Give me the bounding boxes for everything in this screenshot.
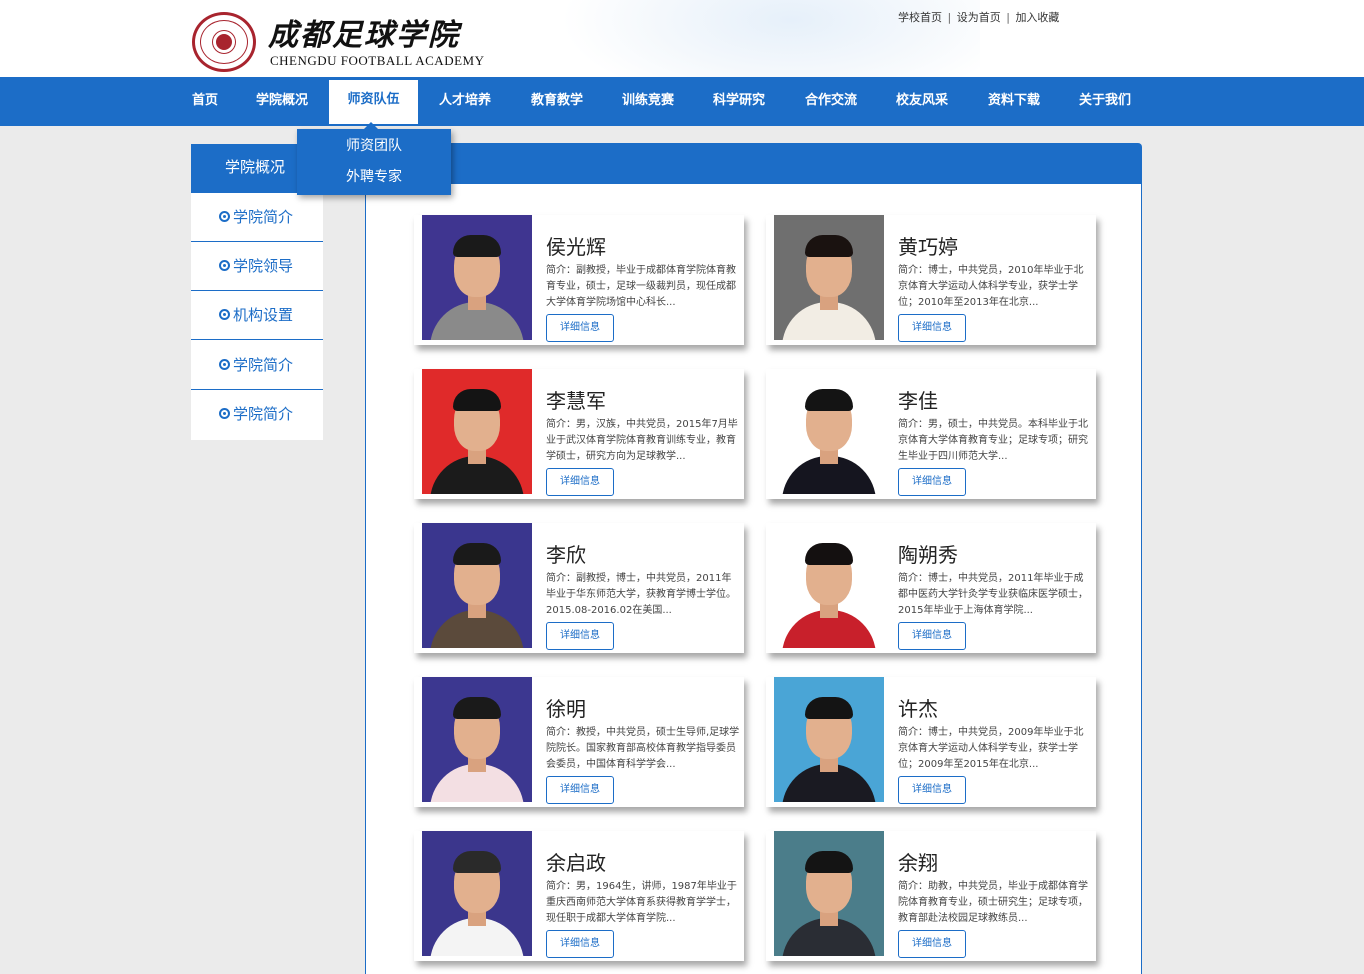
teacher-name[interactable]: 黄巧婷	[898, 231, 958, 260]
teacher-intro: 简介：男，汉族，中共党员，2015年7月毕业于武汉体育学院体育教育训练专业，教育…	[546, 419, 738, 462]
sidebar-item-leaders[interactable]: 学院领导	[191, 242, 323, 291]
teacher-name[interactable]: 侯光辉	[546, 231, 606, 260]
nav-item-about-us[interactable]: 关于我们	[1066, 77, 1144, 126]
teacher-photo[interactable]	[422, 369, 532, 494]
detail-info-button[interactable]: 详细信息	[546, 622, 614, 650]
nav-item-training[interactable]: 训练竞赛	[609, 77, 687, 126]
sidebar-item-organization[interactable]: 机构设置	[191, 291, 323, 340]
nav-item-downloads[interactable]: 资料下载	[975, 77, 1053, 126]
detail-info-button[interactable]: 详细信息	[546, 930, 614, 958]
teacher-card: 徐明简介：教授，中共党员，硕士生导师,足球学院院长。国家教育部高校体育教学指导委…	[414, 677, 744, 807]
logo-title-cn[interactable]: 成都足球学院	[268, 10, 460, 54]
detail-info-button[interactable]: 详细信息	[898, 468, 966, 496]
sidebar-item-intro[interactable]: 学院简介	[191, 193, 323, 242]
football-icon	[213, 31, 235, 53]
teacher-card: 许杰简介：博士，中共党员，2009年毕业于北京体育大学运动人体科学专业，获学士学…	[766, 677, 1096, 807]
nav-item-cooperation[interactable]: 合作交流	[792, 77, 870, 126]
teacher-name[interactable]: 徐明	[546, 693, 586, 722]
teacher-intro: 简介：副教授，博士，中共党员，2011年毕业于华东师范大学，获教育学博士学位。2…	[546, 573, 736, 616]
nav-item-alumni[interactable]: 校友风采	[883, 77, 961, 126]
teacher-photo[interactable]	[774, 215, 884, 340]
teacher-photo[interactable]	[774, 523, 884, 648]
teacher-intro: 简介：博士，中共党员，2009年毕业于北京体育大学运动人体科学专业，获学士学位；…	[898, 727, 1084, 770]
teacher-intro: 简介：教授，中共党员，硕士生导师,足球学院院长。国家教育部高校体育教学指导委员会…	[546, 727, 740, 770]
teacher-photo[interactable]	[774, 831, 884, 956]
teacher-name[interactable]: 李慧军	[546, 385, 606, 414]
link-set-homepage[interactable]: 设为首页	[957, 11, 1001, 24]
teacher-card: 黄巧婷简介：博士，中共党员，2010年毕业于北京体育大学运动人体科学专业，获学士…	[766, 215, 1096, 345]
teacher-card: 陶朔秀简介：博士，中共党员，2011年毕业于成都中医药大学针灸学专业获临床医学硕…	[766, 523, 1096, 653]
detail-info-button[interactable]: 详细信息	[546, 468, 614, 496]
teacher-photo[interactable]	[774, 677, 884, 802]
nav-item-talent[interactable]: 人才培养	[426, 77, 504, 126]
circle-bullet-icon	[219, 260, 230, 271]
faculty-dropdown-menu: 师资团队 外聘专家	[297, 129, 451, 195]
teacher-name[interactable]: 李欣	[546, 539, 586, 568]
nav-item-about[interactable]: 学院概况	[244, 77, 320, 126]
circle-bullet-icon	[219, 211, 230, 222]
detail-info-button[interactable]: 详细信息	[898, 622, 966, 650]
teacher-card: 李佳简介：男，硕士，中共党员。本科毕业于北京体育大学体育教育专业；足球专项；研究…	[766, 369, 1096, 499]
teacher-card: 李慧军简介：男，汉族，中共党员，2015年7月毕业于武汉体育学院体育教育训练专业…	[414, 369, 744, 499]
teacher-intro: 简介：博士，中共党员，2010年毕业于北京体育大学运动人体科学专业，获学士学位；…	[898, 265, 1084, 308]
link-separator: |	[947, 11, 952, 24]
sidebar-item-label: 学院简介	[233, 208, 294, 226]
circle-bullet-icon	[219, 359, 230, 370]
dropdown-item-external-experts[interactable]: 外聘专家	[297, 162, 451, 193]
teacher-intro: 简介：男，1964生，讲师，1987年毕业于重庆西南师范大学体育系获得教育学学士…	[546, 881, 737, 924]
teacher-name[interactable]: 余启政	[546, 847, 606, 876]
teacher-photo[interactable]	[774, 369, 884, 494]
teacher-name[interactable]: 余翔	[898, 847, 938, 876]
teacher-intro: 简介：男，硕士，中共党员。本科毕业于北京体育大学体育教育专业；足球专项；研究生毕…	[898, 419, 1088, 462]
teacher-card: 侯光辉简介：副教授，毕业于成都体育学院体育教育专业，硕士，足球一级裁判员，现任成…	[414, 215, 744, 345]
detail-info-button[interactable]: 详细信息	[546, 314, 614, 342]
link-add-favorite[interactable]: 加入收藏	[1015, 11, 1059, 24]
nav-item-faculty[interactable]: 师资队伍	[329, 80, 418, 124]
circle-bullet-icon	[219, 309, 230, 320]
teacher-photo[interactable]	[422, 831, 532, 956]
teacher-photo[interactable]	[422, 677, 532, 802]
sidebar-menu: 学院简介 学院领导 机构设置 学院简介 学院简介	[191, 193, 323, 440]
detail-info-button[interactable]: 详细信息	[546, 776, 614, 804]
content-panel: 侯光辉简介：副教授，毕业于成都体育学院体育教育专业，硕士，足球一级裁判员，现任成…	[365, 184, 1142, 974]
nav-item-research[interactable]: 科学研究	[700, 77, 778, 126]
teacher-intro: 简介：助教，中共党员，毕业于成都体育学院体育教育专业，硕士研究生；足球专项，教育…	[898, 881, 1088, 924]
detail-info-button[interactable]: 详细信息	[898, 776, 966, 804]
teacher-card: 余启政简介：男，1964生，讲师，1987年毕业于重庆西南师范大学体育系获得教育…	[414, 831, 744, 961]
teacher-photo[interactable]	[422, 523, 532, 648]
logo-title-en: CHENGDU FOOTBALL ACADEMY	[270, 53, 485, 68]
dropdown-item-faculty-team[interactable]: 师资团队	[297, 131, 451, 162]
teacher-name[interactable]: 许杰	[898, 693, 938, 722]
detail-info-button[interactable]: 详细信息	[898, 930, 966, 958]
academy-seal-logo-icon[interactable]	[192, 12, 256, 72]
top-links: 学校首页 | 设为首页 | 加入收藏	[898, 9, 1059, 25]
sidebar-item-label: 学院领导	[233, 257, 294, 275]
teacher-card: 李欣简介：副教授，博士，中共党员，2011年毕业于华东师范大学，获教育学博士学位…	[414, 523, 744, 653]
teacher-card: 余翔简介：助教，中共党员，毕业于成都体育学院体育教育专业，硕士研究生；足球专项，…	[766, 831, 1096, 961]
detail-info-button[interactable]: 详细信息	[898, 314, 966, 342]
circle-bullet-icon	[219, 408, 230, 419]
caret-up-icon	[364, 122, 378, 129]
link-separator: |	[1006, 11, 1010, 24]
sidebar-item-label: 学院简介	[233, 405, 294, 423]
teacher-photo[interactable]	[422, 215, 532, 340]
sidebar-item-intro-2[interactable]: 学院简介	[191, 341, 323, 390]
sidebar-item-intro-3[interactable]: 学院简介	[191, 390, 323, 439]
teacher-name[interactable]: 李佳	[898, 385, 938, 414]
main-nav: 首页 学院概况 师资队伍 人才培养 教育教学 训练竞赛 科学研究 合作交流 校友…	[0, 77, 1364, 126]
nav-item-home[interactable]: 首页	[176, 77, 234, 126]
content-panel-header	[365, 143, 1142, 184]
site-header: 成都足球学院 CHENGDU FOOTBALL ACADEMY 学校首页 | 设…	[0, 0, 1364, 77]
link-school-home[interactable]: 学校首页	[898, 11, 942, 24]
sidebar-item-label: 学院简介	[233, 356, 294, 374]
teacher-name[interactable]: 陶朔秀	[898, 539, 958, 568]
teacher-intro: 简介：副教授，毕业于成都体育学院体育教育专业，硕士，足球一级裁判员，现任成都大学…	[546, 265, 736, 308]
teacher-intro: 简介：博士，中共党员，2011年毕业于成都中医药大学针灸学专业获临床医学硕士，2…	[898, 573, 1088, 616]
sidebar-item-label: 机构设置	[233, 306, 294, 324]
nav-item-education[interactable]: 教育教学	[518, 77, 596, 126]
